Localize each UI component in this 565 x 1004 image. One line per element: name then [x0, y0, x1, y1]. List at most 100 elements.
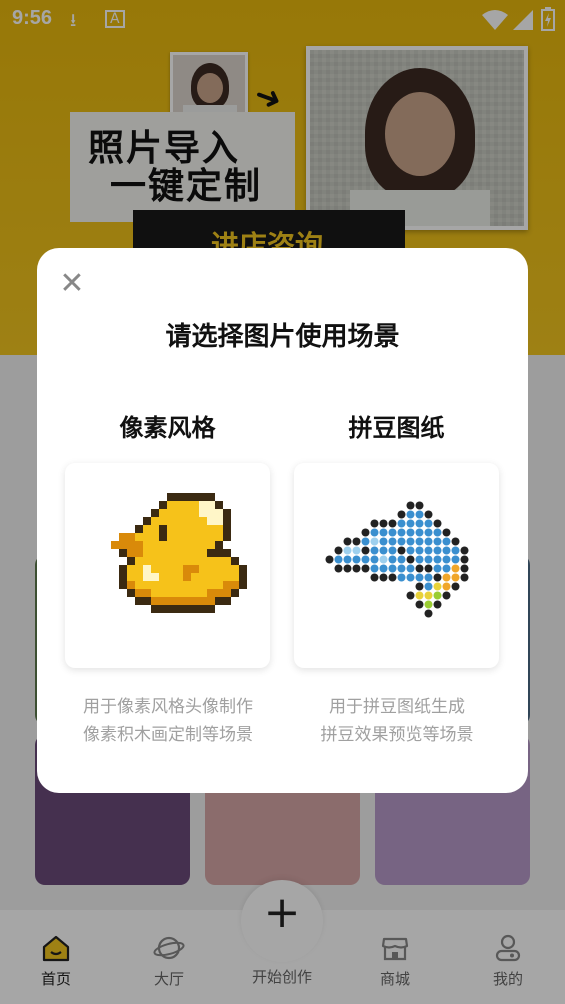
pixel	[127, 557, 135, 565]
bead	[370, 528, 379, 537]
option-pixel-desc-line1: 用于像素风格头像制作	[83, 697, 253, 717]
bead	[352, 564, 361, 573]
pixel	[175, 589, 183, 597]
option-bead-desc: 用于拼豆图纸生成 拼豆效果预览等场景	[277, 693, 517, 749]
pixel	[191, 541, 199, 549]
pixel	[199, 525, 207, 533]
bead	[406, 573, 415, 582]
pixel	[223, 533, 231, 541]
bead	[361, 528, 370, 537]
pixel	[159, 597, 167, 605]
bead	[415, 573, 424, 582]
pixel	[215, 501, 223, 509]
bead	[379, 528, 388, 537]
pixel	[223, 597, 231, 605]
pixel	[167, 557, 175, 565]
bead	[424, 582, 433, 591]
option-bead-desc-line2: 拼豆效果预览等场景	[320, 725, 474, 745]
pixel	[191, 549, 199, 557]
pixel	[159, 501, 167, 509]
bead	[370, 564, 379, 573]
pixel	[199, 493, 207, 501]
pixel	[167, 605, 175, 613]
bead	[397, 573, 406, 582]
bead	[334, 564, 343, 573]
pixel	[191, 589, 199, 597]
pixel	[191, 597, 199, 605]
bead	[424, 600, 433, 609]
bead	[370, 537, 379, 546]
pixel	[215, 549, 223, 557]
pixel	[151, 549, 159, 557]
pixel	[167, 589, 175, 597]
pixel	[159, 605, 167, 613]
bead	[460, 564, 469, 573]
pixel	[127, 573, 135, 581]
pixel	[119, 541, 127, 549]
bead	[442, 591, 451, 600]
pixel	[207, 573, 215, 581]
pixel	[199, 557, 207, 565]
pixel	[159, 573, 167, 581]
bead	[433, 546, 442, 555]
pixel	[175, 533, 183, 541]
pixel	[175, 581, 183, 589]
pixel	[183, 517, 191, 525]
bead	[415, 528, 424, 537]
bead	[334, 555, 343, 564]
bead	[406, 519, 415, 528]
pixel	[183, 541, 191, 549]
bead	[460, 555, 469, 564]
pixel	[175, 509, 183, 517]
pixel	[151, 557, 159, 565]
bead	[388, 573, 397, 582]
pixel	[127, 581, 135, 589]
bead	[424, 573, 433, 582]
pixel	[191, 605, 199, 613]
pixel	[119, 549, 127, 557]
pixel	[207, 493, 215, 501]
pixel	[215, 517, 223, 525]
bead	[442, 555, 451, 564]
option-pixel-desc-line2: 像素积木画定制等场景	[83, 725, 253, 745]
bead	[442, 573, 451, 582]
pixel	[167, 549, 175, 557]
pixel	[199, 605, 207, 613]
pixel	[167, 501, 175, 509]
pixel	[199, 573, 207, 581]
bead	[361, 537, 370, 546]
pixel	[175, 573, 183, 581]
pixel	[175, 493, 183, 501]
close-icon[interactable]: ✕	[57, 269, 87, 300]
pixel	[119, 573, 127, 581]
bead	[343, 537, 352, 546]
pixel	[151, 581, 159, 589]
pixel	[223, 549, 231, 557]
pixel	[223, 557, 231, 565]
pixel	[215, 589, 223, 597]
pixel	[199, 533, 207, 541]
pixel	[207, 565, 215, 573]
bead	[406, 528, 415, 537]
pixel	[143, 597, 151, 605]
pixel	[183, 589, 191, 597]
option-pixel-card[interactable]	[65, 463, 270, 668]
bead	[442, 528, 451, 537]
pixel	[207, 589, 215, 597]
pixel	[183, 509, 191, 517]
option-bead-card[interactable]	[294, 463, 499, 668]
pixel	[143, 589, 151, 597]
pixel	[167, 581, 175, 589]
usage-scene-dialog: ✕ 请选择图片使用场景 像素风格 用于像素风格头像制作 像素积木画定制等场景 拼…	[37, 248, 528, 793]
pixel	[159, 509, 167, 517]
pixel	[223, 509, 231, 517]
pixel	[159, 533, 167, 541]
bead	[415, 519, 424, 528]
pixel	[207, 581, 215, 589]
pixel	[175, 549, 183, 557]
bead	[406, 564, 415, 573]
bead	[388, 519, 397, 528]
bead	[325, 555, 334, 564]
pixel	[183, 573, 191, 581]
pixel	[215, 581, 223, 589]
